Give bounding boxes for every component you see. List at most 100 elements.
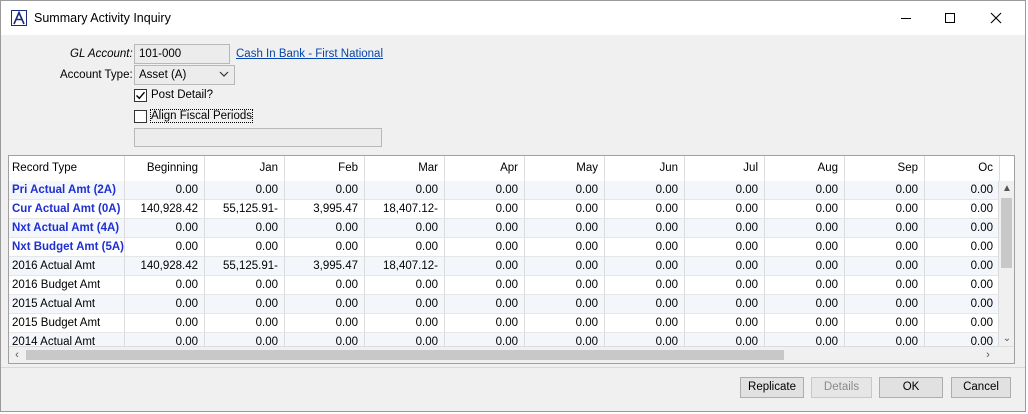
column-header[interactable]: Beginning xyxy=(125,156,205,181)
horizontal-scroll-thumb[interactable] xyxy=(26,350,784,360)
column-header[interactable]: Record Type xyxy=(9,156,125,181)
amount-cell: 0.00 xyxy=(445,219,525,238)
amount-cell: 0.00 xyxy=(125,181,205,200)
column-header[interactable]: Apr xyxy=(445,156,525,181)
amount-cell: 0.00 xyxy=(445,181,525,200)
window-title: Summary Activity Inquiry xyxy=(34,11,171,25)
amount-cell: 18,407.12- xyxy=(365,200,445,219)
amount-cell: 0.00 xyxy=(845,276,925,295)
gl-account-link[interactable]: Cash In Bank - First National xyxy=(236,48,383,60)
maximize-icon[interactable] xyxy=(927,1,973,35)
ok-button[interactable]: OK xyxy=(879,377,943,398)
column-header[interactable]: Aug xyxy=(765,156,845,181)
record-type-cell: 2016 Actual Amt xyxy=(9,257,125,276)
amount-cell: 0.00 xyxy=(845,238,925,257)
amount-cell: 55,125.91- xyxy=(205,257,285,276)
amount-cell: 0.00 xyxy=(365,314,445,333)
amount-cell: 0.00 xyxy=(605,238,685,257)
horizontal-scrollbar[interactable]: ‹ › xyxy=(9,346,1014,363)
amount-cell: 0.00 xyxy=(525,219,605,238)
table-row[interactable]: Cur Actual Amt (0A) 140,928.42 55,125.91- 3… xyxy=(9,200,1000,219)
amount-cell: 0.00 xyxy=(525,200,605,219)
vertical-scrollbar[interactable]: ▲ ⌄ xyxy=(998,181,1014,347)
amount-cell: 0.00 xyxy=(925,200,1000,219)
amount-cell: 0.00 xyxy=(285,238,365,257)
table-row[interactable]: 2015 Budget Amt 0.00 0.00 0.00 0.00 0.00 0.00 0… xyxy=(9,314,1000,333)
table-row[interactable]: Nxt Budget Amt (5A) 0.00 0.00 0.00 0.00 0.00 0… xyxy=(9,238,1000,257)
amount-cell: 0.00 xyxy=(925,276,1000,295)
column-header[interactable]: Feb xyxy=(285,156,365,181)
vertical-scroll-thumb[interactable] xyxy=(1001,198,1012,268)
chevron-down-icon xyxy=(219,67,229,86)
amount-cell: 0.00 xyxy=(525,257,605,276)
amount-cell: 0.00 xyxy=(525,181,605,200)
table-row[interactable]: 2016 Actual Amt 140,928.42 55,125.91- 3,995… xyxy=(9,257,1000,276)
column-header[interactable]: Jan xyxy=(205,156,285,181)
title-bar: Summary Activity Inquiry xyxy=(1,1,1025,35)
amount-cell: 0.00 xyxy=(765,200,845,219)
minimize-icon[interactable] xyxy=(883,1,929,35)
amount-cell: 0.00 xyxy=(925,314,1000,333)
description-field[interactable] xyxy=(134,128,382,147)
column-header[interactable]: May xyxy=(525,156,605,181)
checkmark-icon xyxy=(136,91,146,100)
amount-cell: 18,407.12- xyxy=(365,257,445,276)
amount-cell: 0.00 xyxy=(205,181,285,200)
post-detail-checkbox[interactable] xyxy=(134,89,147,102)
account-type-select[interactable]: Asset (A) xyxy=(134,65,235,85)
cancel-button[interactable]: Cancel xyxy=(951,377,1011,398)
amount-cell: 0.00 xyxy=(685,200,765,219)
amount-cell: 0.00 xyxy=(685,219,765,238)
amount-cell: 0.00 xyxy=(605,295,685,314)
amount-cell: 0.00 xyxy=(685,276,765,295)
amount-cell: 0.00 xyxy=(845,295,925,314)
amount-cell: 0.00 xyxy=(925,238,1000,257)
app-logo-icon xyxy=(11,10,27,26)
scroll-down-icon[interactable]: ⌄ xyxy=(999,331,1014,347)
close-icon[interactable] xyxy=(973,1,1019,35)
amount-cell: 0.00 xyxy=(685,181,765,200)
amount-cell: 0.00 xyxy=(605,200,685,219)
align-fiscal-checkbox[interactable] xyxy=(134,110,147,123)
column-header[interactable]: Mar xyxy=(365,156,445,181)
table-row[interactable]: 2016 Budget Amt 0.00 0.00 0.00 0.00 0.00 0.00 0… xyxy=(9,276,1000,295)
post-detail-label: Post Detail? xyxy=(151,89,214,101)
amount-cell: 0.00 xyxy=(365,238,445,257)
amount-cell: 0.00 xyxy=(845,219,925,238)
amount-cell: 0.00 xyxy=(605,219,685,238)
column-header[interactable]: Oc xyxy=(925,156,1000,181)
amount-cell: 0.00 xyxy=(365,276,445,295)
record-type-cell: Nxt Actual Amt (4A) xyxy=(9,219,125,238)
amount-cell: 0.00 xyxy=(925,181,1000,200)
amount-cell: 0.00 xyxy=(445,295,525,314)
column-header[interactable]: Sep xyxy=(845,156,925,181)
table-row[interactable]: Nxt Actual Amt (4A) 0.00 0.00 0.00 0.00 0.00 0… xyxy=(9,219,1000,238)
amount-cell: 0.00 xyxy=(765,314,845,333)
amount-cell: 0.00 xyxy=(285,219,365,238)
amount-cell: 0.00 xyxy=(925,295,1000,314)
amount-cell: 0.00 xyxy=(445,314,525,333)
gl-account-field[interactable]: 101-000 xyxy=(134,44,230,64)
scroll-left-icon[interactable]: ‹ xyxy=(9,347,25,363)
replicate-button[interactable]: Replicate xyxy=(740,377,804,398)
scroll-up-icon[interactable]: ▲ xyxy=(999,181,1014,197)
column-header[interactable]: Jul xyxy=(685,156,765,181)
amount-cell: 140,928.42 xyxy=(125,257,205,276)
record-type-cell: Cur Actual Amt (0A) xyxy=(9,200,125,219)
amount-cell: 0.00 xyxy=(765,276,845,295)
details-button[interactable]: Details xyxy=(811,377,872,398)
amount-cell: 0.00 xyxy=(205,276,285,295)
amount-cell: 0.00 xyxy=(445,200,525,219)
table-row[interactable]: Pri Actual Amt (2A) 0.00 0.00 0.00 0.00 0.00 0… xyxy=(9,181,1000,200)
amount-cell: 0.00 xyxy=(125,219,205,238)
summary-grid[interactable]: Record Type Beginning Jan Feb Mar Apr May Jun Ju… xyxy=(8,155,1015,364)
amount-cell: 0.00 xyxy=(285,276,365,295)
amount-cell: 0.00 xyxy=(285,181,365,200)
column-header[interactable]: Jun xyxy=(605,156,685,181)
grid-header-row: Record Type Beginning Jan Feb Mar Apr May Jun Ju… xyxy=(9,156,1000,182)
amount-cell: 0.00 xyxy=(685,257,765,276)
amount-cell: 0.00 xyxy=(205,238,285,257)
table-row[interactable]: 2015 Actual Amt 0.00 0.00 0.00 0.00 0.00 0.00 0… xyxy=(9,295,1000,314)
scroll-right-icon[interactable]: › xyxy=(980,347,996,363)
summary-activity-window: Summary Activity Inquiry GL Account: 101… xyxy=(0,0,1026,412)
